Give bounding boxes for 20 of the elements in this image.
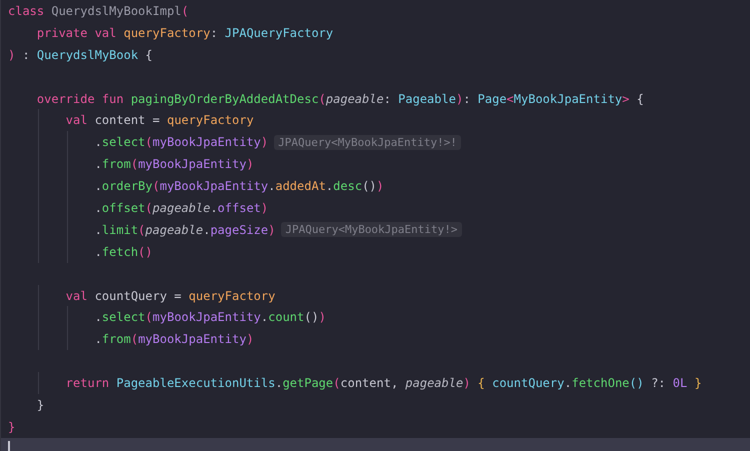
code-line: .from(myBookJpaEntity) bbox=[94, 332, 254, 346]
code-line: .limit(pageable.pageSize) bbox=[94, 222, 276, 237]
code-line: .select(myBookJpaEntity.count()) bbox=[94, 310, 326, 324]
code-line: return PageableExecutionUtils.getPage(content, pageable) { countQuery.fetchOne() ?: 0L } bbox=[64, 376, 702, 390]
code-line: val countQuery = queryFactory bbox=[64, 288, 276, 303]
code-line: val content = queryFactory bbox=[64, 113, 254, 128]
code-line: .select(myBookJpaEntity) bbox=[94, 135, 268, 150]
code-line: ) : QuerydslMyBook { bbox=[8, 48, 153, 62]
code-line: } bbox=[8, 420, 16, 434]
code-line: private val queryFactory: JPAQueryFactory bbox=[36, 26, 334, 40]
code-line: .fetch() bbox=[94, 244, 152, 259]
inlay-hint: JPAQuery<MyBookJpaEntity!>! bbox=[274, 134, 461, 150]
code-line: .offset(pageable.offset) bbox=[94, 200, 268, 215]
code-line: .from(myBookJpaEntity) bbox=[94, 157, 254, 172]
code-line: class QuerydslMyBookImpl( bbox=[8, 4, 189, 18]
code-editor[interactable] bbox=[0, 0, 750, 451]
code-line: override fun pagingByOrderByAddedAtDesc(pageable: Pageable): Page<MyBookJpaEntity> { bbox=[36, 92, 644, 106]
code-line: } bbox=[36, 398, 44, 412]
code-line: .orderBy(myBookJpaEntity.addedAt.desc()) bbox=[94, 179, 384, 194]
inlay-hint: JPAQuery<MyBookJpaEntity!> bbox=[281, 222, 462, 238]
